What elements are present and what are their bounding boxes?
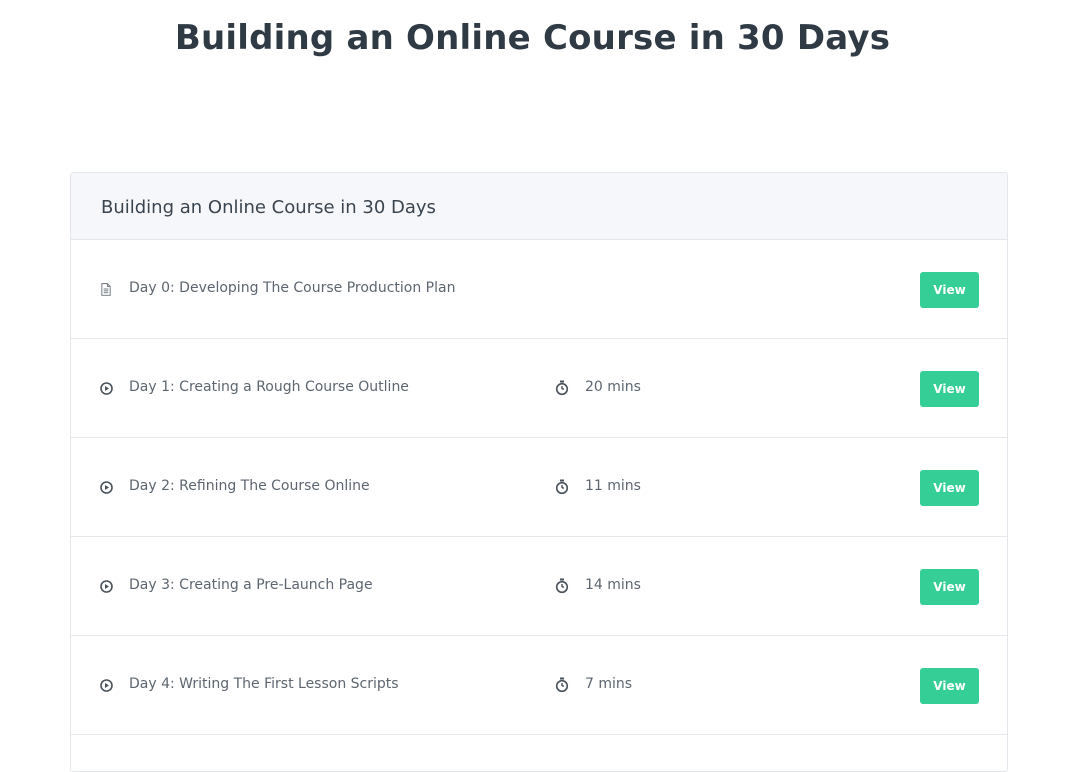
lesson-duration: 11 mins (585, 478, 641, 494)
lesson-row[interactable]: Day 2: Refining The Course Online 11 min… (71, 438, 1007, 537)
view-button[interactable]: View (920, 272, 979, 308)
lesson-row[interactable]: Day 1: Creating a Rough Course Outline 2… (71, 339, 1007, 438)
play-circle-icon (100, 580, 113, 593)
play-circle-icon (100, 481, 113, 494)
play-circle-icon (100, 382, 113, 395)
lesson-duration: 20 mins (585, 379, 641, 395)
section-title: Building an Online Course in 30 Days (101, 196, 436, 218)
section-header: Building an Online Course in 30 Days (71, 173, 1007, 240)
view-button[interactable]: View (920, 371, 979, 407)
lesson-row[interactable]: Day 0: Developing The Course Production … (71, 240, 1007, 339)
lesson-row[interactable]: Day 3: Creating a Pre-Launch Page 14 min… (71, 537, 1007, 636)
lesson-title[interactable]: Day 1: Creating a Rough Course Outline (129, 379, 409, 395)
stopwatch-icon (555, 677, 569, 693)
lesson-title[interactable]: Day 4: Writing The First Lesson Scripts (129, 676, 399, 692)
lesson-row[interactable]: Day 4: Writing The First Lesson Scripts … (71, 636, 1007, 735)
stopwatch-icon (555, 380, 569, 396)
stopwatch-icon (555, 479, 569, 495)
page-title: Building an Online Course in 30 Days (174, 18, 891, 58)
document-icon (101, 283, 111, 296)
view-button[interactable]: View (920, 470, 979, 506)
stopwatch-icon (555, 578, 569, 594)
play-circle-icon (100, 679, 113, 692)
view-button[interactable]: View (920, 668, 979, 704)
course-curriculum-panel: Building an Online Course in 30 Days Day… (70, 172, 1008, 772)
lesson-title[interactable]: Day 0: Developing The Course Production … (129, 280, 455, 296)
lesson-duration: 7 mins (585, 676, 633, 692)
lesson-title[interactable]: Day 2: Refining The Course Online (129, 478, 370, 494)
view-button[interactable]: View (920, 569, 979, 605)
lesson-duration: 14 mins (585, 577, 641, 593)
lesson-title[interactable]: Day 3: Creating a Pre-Launch Page (129, 577, 373, 593)
